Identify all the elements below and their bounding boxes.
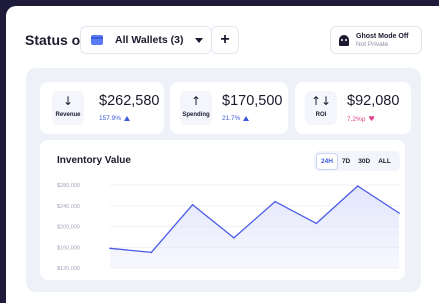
revenue-change-text: 157.9% (99, 115, 122, 122)
wallet-select[interactable]: All Wallets (3) (80, 26, 212, 54)
roi-change-text: 7.2%p (347, 115, 366, 123)
chevron-down-icon (195, 37, 203, 43)
data-point (109, 247, 111, 250)
y-tick-label: $120,000 (57, 266, 80, 272)
y-tick-label: $160,000 (57, 245, 80, 251)
arrow-up-icon: ↑ (190, 94, 202, 108)
data-point (233, 237, 235, 239)
y-tick-label: $240,000 (57, 204, 80, 210)
range-tabs: 24H 7D 30D ALL (314, 151, 400, 171)
y-tick-label: $280,000 (57, 183, 80, 189)
add-wallet-button[interactable]: + (211, 26, 239, 54)
ghost-mode-toggle[interactable]: Ghost Mode Off Not Private (330, 26, 422, 54)
chart-title: Inventory Value (57, 155, 131, 166)
dashboard-card: Status of All Wallets (3) + Ghost Mode O… (6, 6, 439, 303)
roi-value: $92,080 (347, 93, 400, 109)
roi-change: 7.2%p ♥ (347, 115, 375, 123)
spending-card: ↑ Spending $170,500 21.7% (170, 82, 288, 134)
revenue-label: Revenue (55, 112, 81, 118)
roi-icon-box: ↑↓ ROI (305, 91, 337, 125)
range-tab-7d[interactable]: 7D (338, 154, 354, 169)
spending-change: 21.7% (222, 115, 250, 122)
spending-icon-box: ↑ Spending (180, 91, 212, 125)
spending-value: $170,500 (222, 93, 283, 109)
arrow-down-icon: ↓ (62, 94, 74, 108)
ghost-mode-title: Ghost Mode Off (356, 32, 409, 40)
spending-change-text: 21.7% (222, 115, 241, 122)
triangle-up-icon (124, 116, 131, 121)
revenue-card: ↓ Revenue $262,580 157.9% (40, 82, 164, 134)
roi-card: ↑↓ ROI $92,080 7.2%p ♥ (295, 82, 411, 134)
dashboard-panel: ↓ Revenue $262,580 157.9% ↑ Spending $17… (26, 68, 421, 292)
y-tick-label: $200,000 (57, 225, 80, 231)
wallet-icon (91, 35, 103, 45)
heart-icon: ♥ (368, 115, 375, 123)
triangle-up-icon (243, 116, 250, 121)
inventory-chart-card: $280,000 $240,000 $200,000 $160,000 $120,000… (40, 140, 405, 280)
data-point (356, 185, 359, 187)
wallet-select-value: All Wallets (3) (115, 34, 184, 46)
status-label: Status of (25, 32, 85, 48)
spending-label: Spending (182, 112, 210, 118)
range-tab-24h[interactable]: 24H (316, 152, 338, 170)
revenue-icon-box: ↓ Revenue (52, 91, 84, 125)
data-point (274, 200, 276, 203)
roi-label: ROI (315, 112, 327, 118)
ghost-icon (339, 34, 349, 46)
arrows-up-down-icon: ↑↓ (310, 94, 332, 108)
data-point (398, 212, 400, 214)
revenue-value: $262,580 (99, 93, 160, 109)
header: Status of All Wallets (3) + Ghost Mode O… (6, 6, 439, 74)
range-tab-30d[interactable]: 30D (354, 154, 374, 169)
ghost-mode-subtitle: Not Private (356, 40, 389, 48)
revenue-change: 157.9% (99, 115, 131, 122)
range-tab-all[interactable]: ALL (374, 154, 395, 169)
data-point (315, 222, 318, 225)
data-point (191, 203, 194, 206)
data-point (150, 251, 153, 254)
